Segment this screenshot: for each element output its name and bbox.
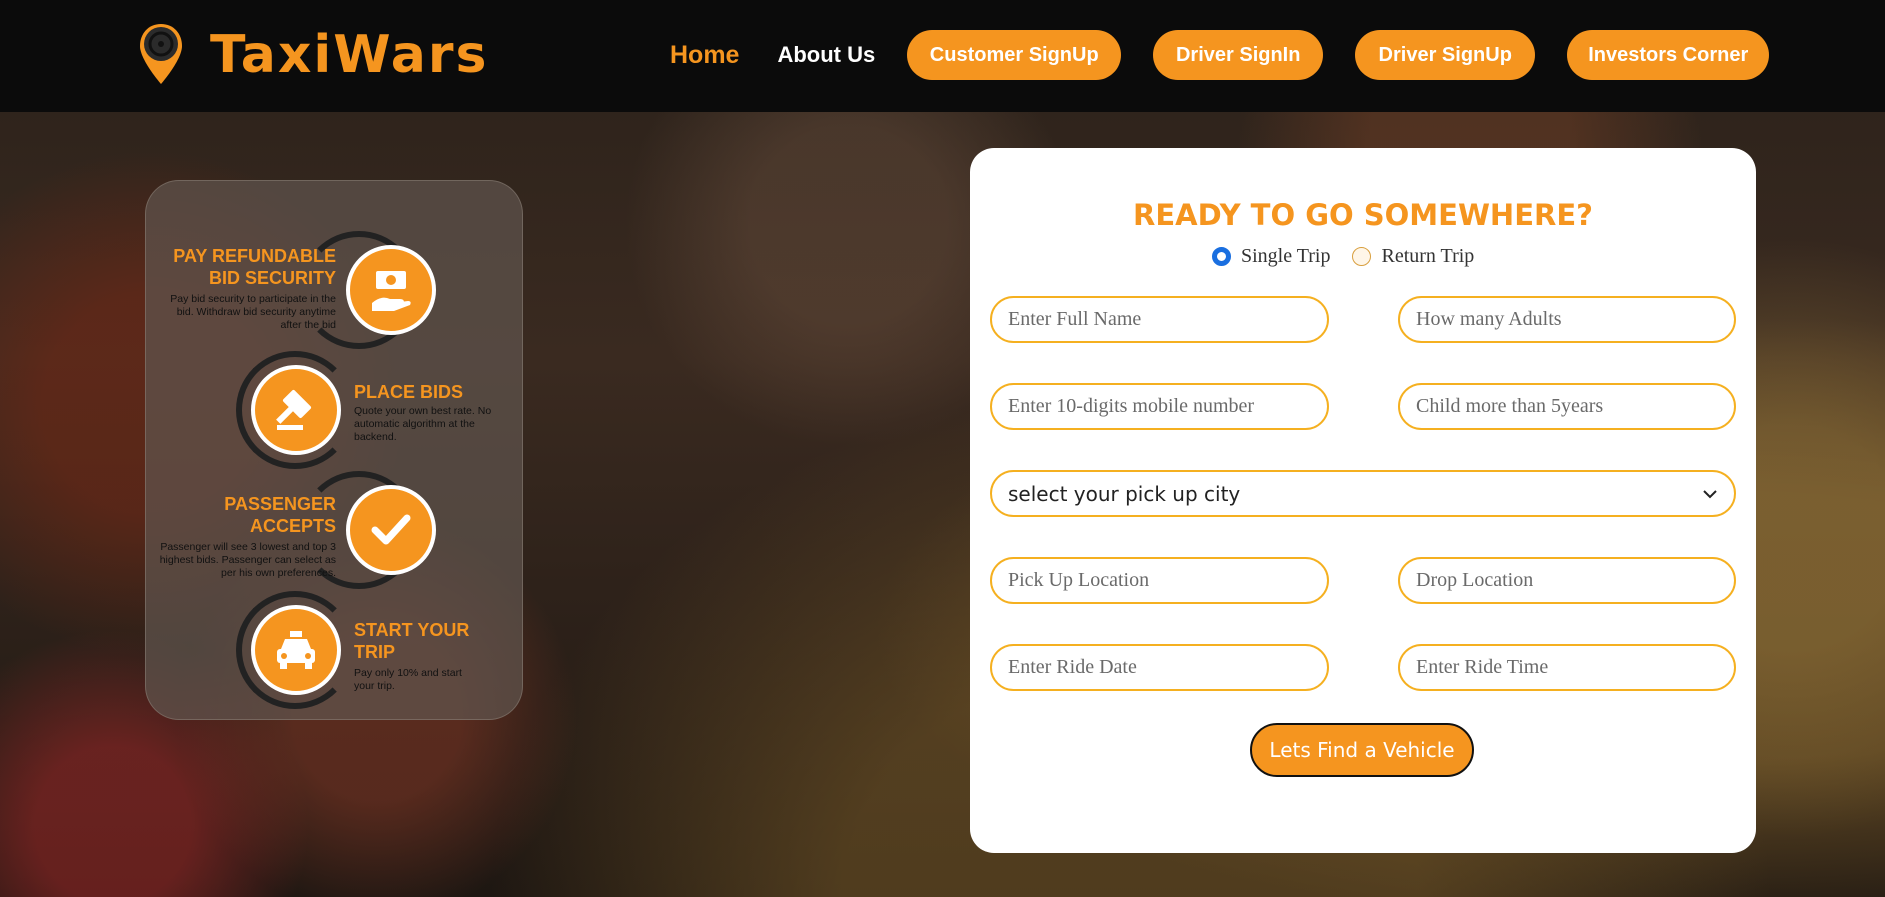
- return-trip-radio[interactable]: Return Trip: [1352, 245, 1474, 268]
- trip-type-selector: Single Trip Return Trip: [1212, 245, 1496, 268]
- single-trip-label: Single Trip: [1241, 245, 1331, 267]
- step-title: START YOUR TRIP: [354, 620, 470, 662]
- step-title: PASSENGER ACCEPTS: [224, 494, 336, 536]
- nav-home[interactable]: Home: [670, 41, 739, 70]
- brand-logo[interactable]: TaxiWars: [138, 22, 488, 88]
- money-hand-icon: [346, 245, 436, 335]
- children-input[interactable]: [1398, 383, 1736, 430]
- how-it-works-panel: PAY REFUNDABLE BID SECURITY Pay bid secu…: [145, 180, 523, 720]
- brand-name: TaxiWars: [210, 25, 489, 85]
- pickup-city-value: select your pick up city: [1008, 481, 1241, 506]
- drop-location-input[interactable]: [1398, 557, 1736, 604]
- check-icon: [346, 485, 436, 575]
- form-heading: READY TO GO SOMEWHERE?: [1133, 198, 1593, 232]
- step-description: Quote your own best rate. No automatic a…: [354, 405, 492, 443]
- gavel-icon: [251, 365, 341, 455]
- step-description: Passenger will see 3 lowest and top 3 hi…: [159, 541, 336, 579]
- customer-signup-button[interactable]: Customer SignUp: [907, 30, 1122, 80]
- radio-unselected-indicator[interactable]: [1352, 247, 1372, 266]
- mobile-input[interactable]: [990, 383, 1329, 430]
- pickup-location-input[interactable]: [990, 557, 1329, 604]
- step-description: Pay bid security to participate in the b…: [170, 293, 336, 331]
- driver-signin-button[interactable]: Driver SignIn: [1153, 30, 1324, 80]
- main-nav: Home About Us Customer SignUp Driver Sig…: [670, 30, 1770, 80]
- return-trip-label: Return Trip: [1381, 245, 1475, 267]
- driver-signup-button[interactable]: Driver SignUp: [1355, 30, 1536, 80]
- step-title: PAY REFUNDABLE BID SECURITY: [173, 246, 336, 288]
- adults-input[interactable]: [1398, 296, 1736, 343]
- nav-about-us[interactable]: About Us: [777, 42, 875, 68]
- full-name-input[interactable]: [990, 296, 1329, 343]
- ride-time-input[interactable]: [1398, 644, 1736, 691]
- investors-corner-button[interactable]: Investors Corner: [1567, 30, 1770, 80]
- radio-selected-indicator[interactable]: [1212, 247, 1231, 266]
- step-title: PLACE BIDS: [354, 382, 464, 402]
- chevron-down-icon: [1703, 489, 1717, 498]
- taxi-icon: [251, 605, 341, 695]
- ride-date-input[interactable]: [990, 644, 1329, 691]
- location-pin-icon: [140, 24, 182, 84]
- single-trip-radio[interactable]: Single Trip: [1212, 245, 1330, 268]
- step-description: Pay only 10% and start your trip.: [354, 667, 462, 692]
- top-navbar: TaxiWars Home About Us Customer SignUp D…: [0, 0, 1885, 112]
- find-vehicle-button[interactable]: Lets Find a Vehicle: [1250, 723, 1474, 777]
- booking-form-card: READY TO GO SOMEWHERE? Single Trip Retur…: [970, 148, 1756, 853]
- pickup-city-select[interactable]: select your pick up city: [990, 470, 1736, 517]
